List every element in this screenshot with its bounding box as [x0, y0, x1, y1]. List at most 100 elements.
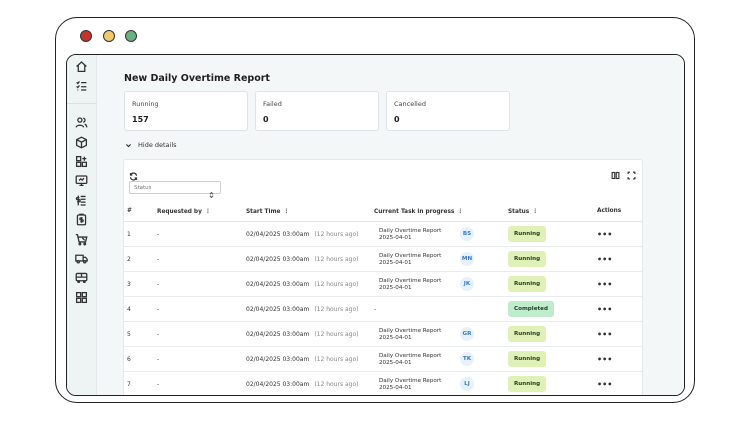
column-header-number: #	[127, 208, 132, 214]
start-time-cell: 02/04/2025 03:00am (12 hours ago)	[246, 222, 358, 247]
sidebar-separator	[67, 103, 97, 104]
header-label: #	[127, 208, 132, 214]
sidebar	[67, 55, 97, 395]
row-actions-button[interactable]: •••	[597, 297, 612, 322]
requested-by-cell: -	[157, 356, 160, 363]
hide-details-toggle[interactable]: Hide details	[125, 141, 177, 149]
requested-by-cell: -	[157, 381, 160, 388]
cart-icon[interactable]	[75, 233, 88, 246]
start-time-cell: 02/04/2025 03:00am (12 hours ago)	[246, 372, 358, 395]
start-time-cell: 02/04/2025 03:00am (12 hours ago)	[246, 247, 358, 272]
column-menu-icon[interactable]: ⋮	[457, 208, 463, 215]
task-date: 2025-04-01	[379, 284, 412, 291]
task-date: 2025-04-01	[379, 384, 412, 391]
table-row[interactable]: 5 - 02/04/2025 03:00am (12 hours ago) Daily …	[124, 322, 642, 347]
requested-by-cell: -	[157, 231, 160, 238]
avatar[interactable]: TK	[460, 352, 474, 366]
column-menu-icon[interactable]: ⋮	[205, 208, 211, 215]
relative-time: (12 hours ago)	[314, 281, 359, 288]
row-actions-button[interactable]: •••	[597, 372, 612, 395]
row-actions-button[interactable]: •••	[597, 272, 612, 297]
apps-icon[interactable]	[75, 155, 88, 168]
start-time-cell: 02/04/2025 03:00am (12 hours ago)	[246, 297, 358, 322]
users-icon[interactable]	[75, 116, 88, 129]
checklist-icon[interactable]	[75, 79, 88, 92]
task-name: Daily Overtime Report	[379, 252, 442, 259]
row-number: 6	[127, 356, 131, 363]
monitor-icon[interactable]	[75, 174, 88, 187]
requested-by-cell: -	[157, 331, 160, 338]
task-name: Daily Overtime Report	[379, 377, 442, 384]
status-badge: Running	[508, 251, 547, 267]
start-time: 02/04/2025 03:00am	[246, 356, 310, 363]
box-icon[interactable]	[75, 136, 88, 149]
task-date: 2025-04-01	[379, 359, 412, 366]
stat-card-cancelled: Cancelled 0	[386, 91, 510, 131]
start-time: 02/04/2025 03:00am	[246, 256, 310, 263]
relative-time: (12 hours ago)	[314, 356, 359, 363]
avatar[interactable]: MN	[460, 252, 474, 266]
header-label: Status	[508, 208, 530, 215]
select-caret-icon	[208, 184, 215, 199]
refresh-icon[interactable]	[129, 166, 138, 181]
status-badge: Running	[508, 376, 547, 392]
requested-by-cell: -	[157, 306, 160, 313]
table-row[interactable]: 4 - 02/04/2025 03:00am (12 hours ago) - Compl…	[124, 297, 642, 322]
avatar[interactable]: JK	[460, 277, 474, 291]
column-header-status[interactable]: Status ⋮	[508, 208, 538, 215]
header-label: Actions	[597, 208, 622, 214]
table-row[interactable]: 6 - 02/04/2025 03:00am (12 hours ago) Daily …	[124, 347, 642, 372]
home-icon[interactable]	[75, 60, 88, 73]
column-menu-icon[interactable]: ⋮	[283, 208, 289, 215]
column-header-requested-by[interactable]: Requested by ⋮	[157, 208, 211, 215]
row-actions-button[interactable]: •••	[597, 347, 612, 372]
status-badge: Running	[508, 276, 547, 292]
grid-icon[interactable]	[75, 291, 88, 304]
row-actions-button[interactable]: •••	[597, 222, 612, 247]
window-maximize-dot[interactable]	[125, 30, 137, 42]
task-name: Daily Overtime Report	[379, 227, 442, 234]
column-header-start-time[interactable]: Start Time ⋮	[246, 208, 289, 215]
window-close-dot[interactable]	[80, 30, 92, 42]
requested-by-cell: -	[157, 281, 160, 288]
row-actions-button[interactable]: •••	[597, 247, 612, 272]
column-header-actions: Actions	[597, 208, 621, 214]
columns-icon[interactable]	[611, 165, 620, 180]
runs-table: # Requested by⋮ Start Time⋮ Current Task…	[123, 159, 643, 395]
bus-icon[interactable]	[75, 271, 88, 284]
row-number: 4	[127, 306, 131, 313]
billing-icon[interactable]	[75, 194, 88, 207]
status-badge: Running	[508, 351, 547, 367]
column-menu-icon[interactable]: ⋮	[532, 208, 538, 215]
hide-details-label: Hide details	[138, 141, 177, 149]
avatar[interactable]: LJ	[460, 377, 474, 391]
table-row[interactable]: 7 - 02/04/2025 03:00am (12 hours ago) Daily …	[124, 372, 642, 395]
relative-time: (12 hours ago)	[314, 231, 359, 238]
task-name: Daily Overtime Report	[379, 352, 442, 359]
avatar[interactable]: BS	[460, 227, 474, 241]
table-row[interactable]: 3 - 02/04/2025 03:00am (12 hours ago) Daily …	[124, 272, 642, 297]
fullscreen-icon[interactable]	[627, 165, 636, 180]
column-header-current-task[interactable]: Current Task in progress ⋮	[374, 208, 463, 215]
status-badge: Completed	[508, 301, 554, 317]
window-minimize-dot[interactable]	[103, 30, 115, 42]
current-task-cell: Daily Overtime Report 2025-04-01	[379, 347, 441, 372]
current-task-cell: -	[374, 306, 377, 313]
avatar[interactable]: GR	[460, 327, 474, 341]
main-content: New Daily Overtime Report Running 157 Fa…	[97, 55, 684, 395]
truck-icon[interactable]	[75, 252, 88, 265]
status-badge: Running	[508, 226, 547, 242]
start-time: 02/04/2025 03:00am	[246, 231, 310, 238]
current-task-cell: Daily Overtime Report 2025-04-01	[379, 222, 441, 247]
table-row[interactable]: 2 - 02/04/2025 03:00am (12 hours ago) Daily …	[124, 247, 642, 272]
page-title: New Daily Overtime Report	[124, 73, 270, 84]
chevron-down-icon	[126, 143, 131, 147]
relative-time: (12 hours ago)	[314, 331, 359, 338]
row-number: 1	[127, 231, 131, 238]
status-badge: Running	[508, 326, 547, 342]
row-actions-button[interactable]: •••	[597, 322, 612, 347]
clipboard-dollar-icon[interactable]	[75, 213, 88, 226]
table-row[interactable]: 1 - 02/04/2025 03:00am (12 hours ago) Daily …	[124, 222, 642, 247]
start-time: 02/04/2025 03:00am	[246, 381, 310, 388]
start-time-cell: 02/04/2025 03:00am (12 hours ago)	[246, 347, 358, 372]
